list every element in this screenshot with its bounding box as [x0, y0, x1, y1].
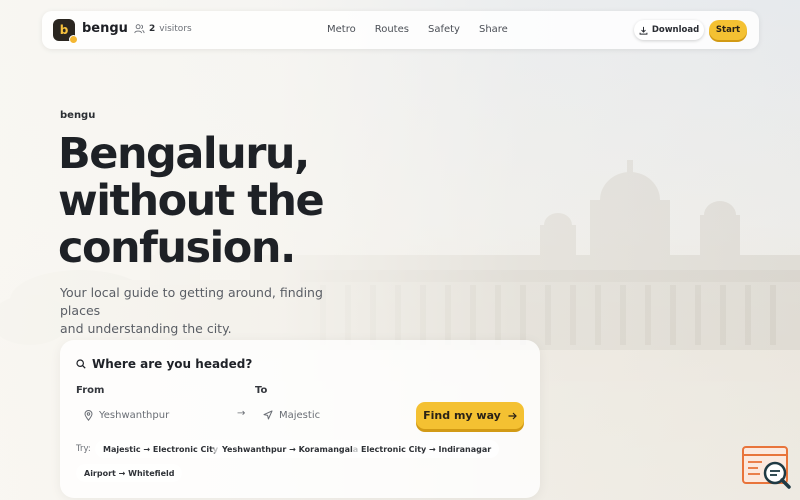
try-label: Try: [76, 444, 91, 454]
logo-letter: b [59, 23, 69, 37]
hero-subtitle: Your local guide to getting around, find… [60, 284, 360, 338]
nav-link-metro[interactable]: Metro [327, 24, 356, 35]
to-value: Majestic [279, 409, 321, 421]
from-label: From [76, 385, 105, 396]
subtitle-line-1: Your local guide to getting around, find… [60, 285, 323, 318]
download-icon [639, 26, 648, 35]
from-value: Yeshwanthpur [99, 409, 170, 421]
chat-search-widget[interactable] [742, 446, 792, 490]
nav-links: Metro Routes Safety Share [327, 24, 508, 35]
download-label: Download [651, 25, 700, 35]
card-title: Where are you headed? [76, 357, 252, 371]
suggestion-chip[interactable]: Yeshwanthpur → Koramangala [214, 440, 367, 458]
headline-line-3: confusion. [58, 223, 296, 273]
logo[interactable]: b [53, 19, 78, 44]
visitors-counter: 2 visitors [134, 24, 192, 34]
location-pin-icon [84, 409, 93, 421]
nav-link-safety[interactable]: Safety [428, 24, 460, 35]
hero-eyebrow: bengu [60, 110, 96, 121]
subtitle-line-2: and understanding the city. [60, 321, 232, 336]
visitors-count: 2 [149, 24, 156, 34]
logo-dot [69, 35, 78, 44]
route-search-card: Where are you headed? From To Yeshwanthp… [60, 340, 540, 498]
find-my-way-button[interactable]: Find my way [416, 402, 524, 429]
swap-arrow-icon[interactable]: → [237, 408, 245, 419]
navigation-arrow-icon [263, 410, 273, 420]
from-field[interactable]: Yeshwanthpur [76, 402, 226, 428]
suggestion-chip[interactable]: Electronic City → Indiranagar [353, 440, 500, 458]
visitors-label: visitors [159, 24, 192, 34]
suggestion-chip[interactable]: Majestic → Electronic City [95, 440, 227, 458]
search-icon [76, 359, 86, 369]
to-label: To [255, 385, 268, 396]
chat-search-icon [742, 446, 791, 489]
nav-link-share[interactable]: Share [479, 24, 508, 35]
brand-name[interactable]: bengu [82, 21, 128, 36]
to-field[interactable]: Majestic [255, 402, 405, 428]
start-button[interactable]: Start [709, 20, 747, 40]
download-button[interactable]: Download [634, 20, 704, 40]
find-label: Find my way [423, 409, 501, 422]
card-title-text: Where are you headed? [92, 357, 253, 371]
nav-link-routes[interactable]: Routes [375, 24, 409, 35]
hero-headline: Bengaluru, without the confusion. [58, 131, 418, 272]
arrow-right-icon [508, 412, 517, 419]
users-icon [134, 24, 145, 34]
top-navbar: b bengu 2 visitors Metro Routes Safety S… [42, 11, 759, 49]
headline-line-2: without the [58, 176, 325, 226]
headline-line-1: Bengaluru, [58, 129, 310, 179]
suggestion-chip[interactable]: Airport → Whitefield [76, 464, 183, 482]
start-label: Start [715, 25, 741, 35]
